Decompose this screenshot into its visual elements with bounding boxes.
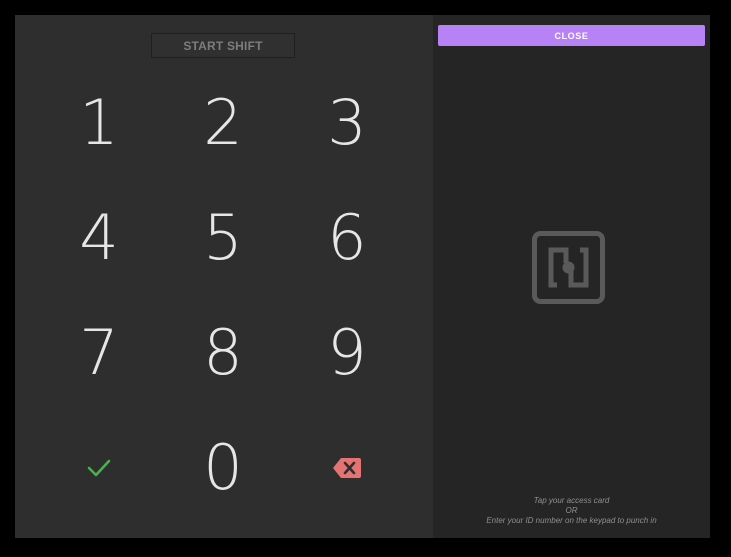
confirm-button[interactable] bbox=[37, 410, 161, 525]
key-2[interactable]: 2 bbox=[161, 65, 285, 180]
instructions: Tap your access card OR Enter your ID nu… bbox=[433, 496, 710, 526]
key-6[interactable]: 6 bbox=[285, 180, 409, 295]
card-panel: CLOSE Tap your access card OR Enter your… bbox=[433, 15, 710, 538]
key-8[interactable]: 8 bbox=[161, 295, 285, 410]
nfc-icon bbox=[532, 231, 605, 304]
backspace-button[interactable] bbox=[285, 410, 409, 525]
instruction-or: OR bbox=[565, 506, 578, 515]
check-icon bbox=[87, 459, 111, 476]
keypad-grid: 1 2 3 4 5 6 7 8 9 0 bbox=[37, 65, 409, 525]
start-shift-display: START SHIFT bbox=[151, 33, 295, 58]
close-button[interactable]: CLOSE bbox=[438, 25, 705, 46]
key-3[interactable]: 3 bbox=[285, 65, 409, 180]
backspace-icon bbox=[333, 457, 361, 478]
key-9[interactable]: 9 bbox=[285, 295, 409, 410]
key-4[interactable]: 4 bbox=[37, 180, 161, 295]
key-5[interactable]: 5 bbox=[161, 180, 285, 295]
instruction-tap-card: Tap your access card bbox=[533, 496, 610, 505]
punch-clock-app: START SHIFT 1 2 3 4 5 6 7 8 9 0 CLOSE Ta… bbox=[15, 15, 710, 538]
instruction-enter-id: Enter your ID number on the keypad to pu… bbox=[486, 516, 657, 525]
key-0[interactable]: 0 bbox=[161, 410, 285, 525]
keypad-panel: START SHIFT 1 2 3 4 5 6 7 8 9 0 bbox=[15, 15, 433, 538]
key-7[interactable]: 7 bbox=[37, 295, 161, 410]
key-1[interactable]: 1 bbox=[37, 65, 161, 180]
